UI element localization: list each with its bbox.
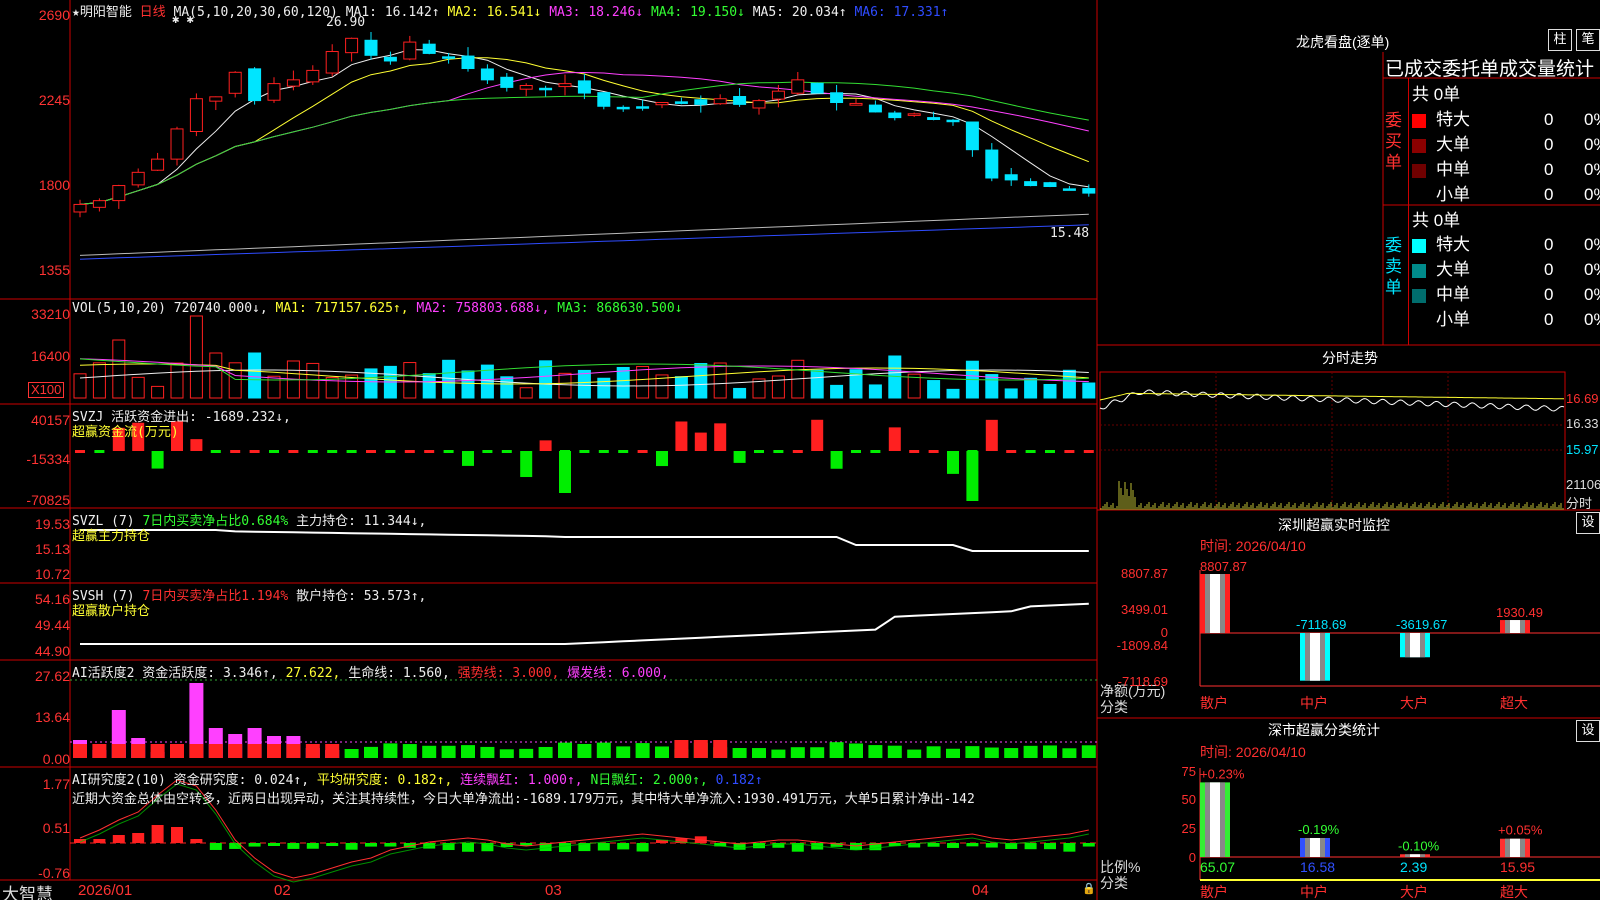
cls-change-label: +0.05% (1498, 823, 1543, 838)
cls-pct-label: 15.95 (1500, 859, 1535, 875)
sz-y-tick: 3499.01 (1121, 602, 1168, 617)
sz-cat-label: 超大 (1500, 695, 1528, 711)
sz-bar (1400, 633, 1430, 658)
sz-bar-core (1410, 633, 1420, 658)
sz-y-tick: -1809.84 (1117, 638, 1168, 653)
sz-bar-label: -3619.67 (1396, 617, 1447, 632)
sz-bar (1500, 620, 1530, 633)
sz-bar (1300, 633, 1330, 681)
cls-bar-core (1210, 782, 1220, 857)
sz-bar (1200, 574, 1230, 633)
cls-change-label: -0.19% (1298, 822, 1340, 837)
sz-cat-label: 大户 (1400, 695, 1428, 711)
cls-pct-label: 65.07 (1200, 859, 1235, 875)
sz-bar-core (1210, 574, 1220, 633)
sz-bar-core (1510, 620, 1520, 633)
cls-pct-label: 16.58 (1300, 859, 1335, 875)
sz-y-tick: -7118.69 (1118, 674, 1168, 689)
sz-bar-label: -7118.69 (1296, 617, 1346, 632)
cls-bar (1200, 782, 1230, 857)
cls-change-label: -0.10% (1398, 838, 1440, 853)
sz-bar-label: 1930.49 (1496, 605, 1543, 620)
cls-change-label: +0.23% (1200, 766, 1245, 781)
cls-y-tick: 75 (1182, 764, 1196, 779)
sz-cat-label: 中户 (1300, 695, 1328, 711)
sz-bar-label: 8807.87 (1200, 559, 1247, 574)
cls-bar-core (1310, 837, 1320, 857)
cls-bar (1500, 838, 1530, 857)
cls-bar (1400, 854, 1430, 857)
sz-bar-core (1310, 633, 1320, 681)
cls-y-tick: 50 (1182, 792, 1196, 807)
cls-y-tick: 0 (1189, 850, 1196, 865)
cls-cat-label: 大户 (1400, 884, 1428, 900)
right-charts: 8807.87 3499.01 0 -1809.84 -7118.69 8807.87 散户… (1099, 371, 1600, 900)
cls-bar (1300, 837, 1330, 857)
sz-y-tick: 8807.87 (1121, 566, 1168, 581)
cls-bar-core (1410, 854, 1420, 857)
cls-cat-label: 中户 (1300, 884, 1328, 900)
cls-bar-core (1510, 838, 1520, 857)
cls-cat-label: 超大 (1500, 884, 1528, 900)
sz-cat-label: 散户 (1200, 695, 1228, 711)
cls-y-tick: 25 (1182, 821, 1196, 836)
cls-pct-label: 2.39 (1400, 859, 1427, 875)
cls-cat-label: 散户 (1200, 884, 1228, 900)
